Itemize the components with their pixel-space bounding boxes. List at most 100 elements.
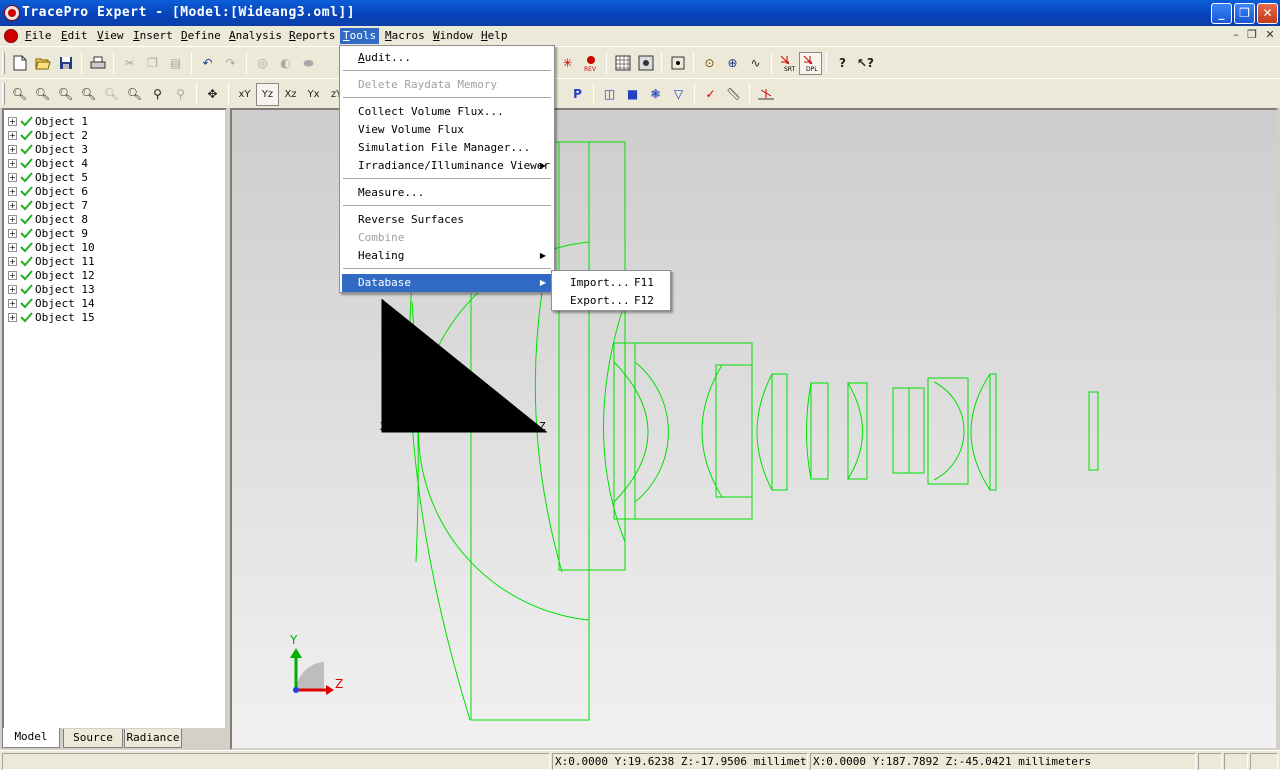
mdi-close-button[interactable]: ✕	[1262, 28, 1278, 42]
menu-item-database[interactable]: Database ▶	[342, 274, 552, 292]
ruler-icon[interactable]: 📏︎	[722, 83, 745, 106]
zoom-window-icon[interactable]: 🔍︎	[54, 83, 77, 106]
help-icon[interactable]: ?	[831, 52, 854, 75]
tree-item[interactable]: + Object 3	[8, 142, 88, 156]
toolbar-grip[interactable]	[2, 83, 5, 105]
menu-item-collect-volume-flux[interactable]: Collect Volume Flux...	[342, 103, 552, 121]
expand-icon[interactable]: +	[8, 158, 17, 168]
context-help-icon[interactable]: ↖?	[854, 52, 877, 75]
menu-edit[interactable]: Edit	[58, 28, 91, 44]
menu-item-audit[interactable]: Audit...	[342, 49, 552, 67]
menu-item-import[interactable]: Import... F11	[554, 274, 668, 292]
minimize-button[interactable]: _	[1211, 3, 1232, 24]
menu-analysis[interactable]: Analysis	[226, 28, 285, 44]
shaded-icon[interactable]: ❃	[644, 83, 667, 106]
menu-item-delete-raydata[interactable]: Delete Raydata Memory	[342, 76, 552, 94]
menu-item-measure[interactable]: Measure...	[342, 184, 552, 202]
undo-icon[interactable]: ↶	[196, 52, 219, 75]
raytrace-icon[interactable]: ✳	[556, 52, 579, 75]
tree-item[interactable]: + Object 6	[8, 184, 88, 198]
menu-item-simulation-file-manager[interactable]: Simulation File Manager...	[342, 139, 552, 157]
menu-reports[interactable]: Reports	[286, 28, 338, 44]
check-icon[interactable]: ✓	[699, 83, 722, 106]
mdi-minimize-button[interactable]: –	[1228, 28, 1244, 42]
zoom-all-icon[interactable]: ⚲	[169, 83, 192, 106]
paste-icon[interactable]: ▤	[164, 52, 187, 75]
expand-icon[interactable]: +	[8, 312, 17, 322]
srt-icon[interactable]: SRT	[776, 52, 799, 75]
tree-item[interactable]: + Object 1	[8, 114, 88, 128]
zoom-previous-icon[interactable]: 🔍︎	[100, 83, 123, 106]
tab-model[interactable]: Model	[2, 728, 60, 748]
tree-item[interactable]: + Object 12	[8, 268, 95, 282]
expand-icon[interactable]: +	[8, 172, 17, 182]
expand-icon[interactable]: +	[8, 270, 17, 280]
menu-define[interactable]: Define	[178, 28, 224, 44]
menu-help[interactable]: Help	[478, 28, 511, 44]
tree-item[interactable]: + Object 15	[8, 310, 95, 324]
boolean-intersect-icon[interactable]: ◎	[251, 52, 274, 75]
surface-normal-icon[interactable]	[754, 83, 777, 106]
toolbar-grip[interactable]	[2, 52, 5, 74]
menu-item-irradiance-viewer[interactable]: Irradiance/Illuminance Viewer ▶	[342, 157, 552, 175]
tree-item[interactable]: + Object 11	[8, 254, 95, 268]
solid-icon[interactable]: ■	[621, 83, 644, 106]
expand-icon[interactable]: +	[8, 186, 17, 196]
zoom-selection-icon[interactable]: 🔍︎	[123, 83, 146, 106]
rev-icon[interactable]: REV	[579, 52, 602, 75]
tree-item[interactable]: + Object 4	[8, 156, 88, 170]
close-button[interactable]: ✕	[1257, 3, 1278, 24]
wireframe-icon[interactable]: ◫	[598, 83, 621, 106]
tree-item[interactable]: + Object 8	[8, 212, 88, 226]
menu-file[interactable]: File	[22, 28, 55, 44]
new-file-icon[interactable]	[8, 52, 31, 75]
crosshair-icon[interactable]: ⊕	[721, 52, 744, 75]
expand-icon[interactable]: +	[8, 116, 17, 126]
source-point-icon[interactable]: ⊙	[698, 52, 721, 75]
document-icon[interactable]	[4, 29, 18, 43]
model-tree[interactable]: + Object 1 + Object 2 + Object 3 + Object 4 + Obj…	[2, 108, 227, 730]
menu-item-view-volume-flux[interactable]: View Volume Flux	[342, 121, 552, 139]
cut-icon[interactable]: ✂	[118, 52, 141, 75]
tree-item[interactable]: + Object 14	[8, 296, 95, 310]
grid-icon[interactable]	[611, 52, 634, 75]
menu-item-reverse-surfaces[interactable]: Reverse Surfaces	[342, 211, 552, 229]
menu-item-export[interactable]: Export... F12	[554, 292, 668, 310]
target-icon[interactable]	[666, 52, 689, 75]
print-icon[interactable]	[86, 52, 109, 75]
zoom-out-icon[interactable]: 🔍︎	[31, 83, 54, 106]
menu-window[interactable]: Window	[430, 28, 476, 44]
tree-item[interactable]: + Object 2	[8, 128, 88, 142]
pan-icon[interactable]: ✥	[201, 83, 224, 106]
menu-item-healing[interactable]: Healing ▶	[342, 247, 552, 265]
expand-icon[interactable]: +	[8, 144, 17, 154]
expand-icon[interactable]: +	[8, 298, 17, 308]
tab-source[interactable]: Source	[63, 729, 123, 748]
app-icon[interactable]	[4, 5, 20, 21]
zoom-extents-icon[interactable]: 🔍︎	[77, 83, 100, 106]
view-xz-button[interactable]: Xz	[279, 83, 302, 106]
restore-button[interactable]: ❐	[1234, 3, 1255, 24]
mdi-restore-button[interactable]: ❐	[1244, 28, 1260, 42]
perspective-icon[interactable]: P	[566, 83, 589, 106]
boolean-subtract-icon[interactable]: ◐	[274, 52, 297, 75]
size-grip[interactable]	[1250, 753, 1278, 770]
zoom-object-icon[interactable]: ⚲	[146, 83, 169, 106]
expand-icon[interactable]: +	[8, 130, 17, 140]
expand-icon[interactable]: +	[8, 242, 17, 252]
tree-item[interactable]: + Object 7	[8, 198, 88, 212]
redo-icon[interactable]: ↷	[219, 52, 242, 75]
curve-icon[interactable]: ∿	[744, 52, 767, 75]
tree-item[interactable]: + Object 9	[8, 226, 88, 240]
menu-insert[interactable]: Insert	[130, 28, 176, 44]
dpl-icon[interactable]: DPL	[799, 51, 822, 75]
expand-icon[interactable]: +	[8, 228, 17, 238]
expand-icon[interactable]: +	[8, 200, 17, 210]
menu-macros[interactable]: Macros	[382, 28, 428, 44]
copy-icon[interactable]: ❐	[141, 52, 164, 75]
tree-item[interactable]: + Object 13	[8, 282, 95, 296]
menu-item-combine[interactable]: Combine	[342, 229, 552, 247]
view-yz-button[interactable]: Yz	[256, 82, 279, 106]
silhouette-icon[interactable]: ▽	[667, 83, 690, 106]
tree-item[interactable]: + Object 10	[8, 240, 95, 254]
